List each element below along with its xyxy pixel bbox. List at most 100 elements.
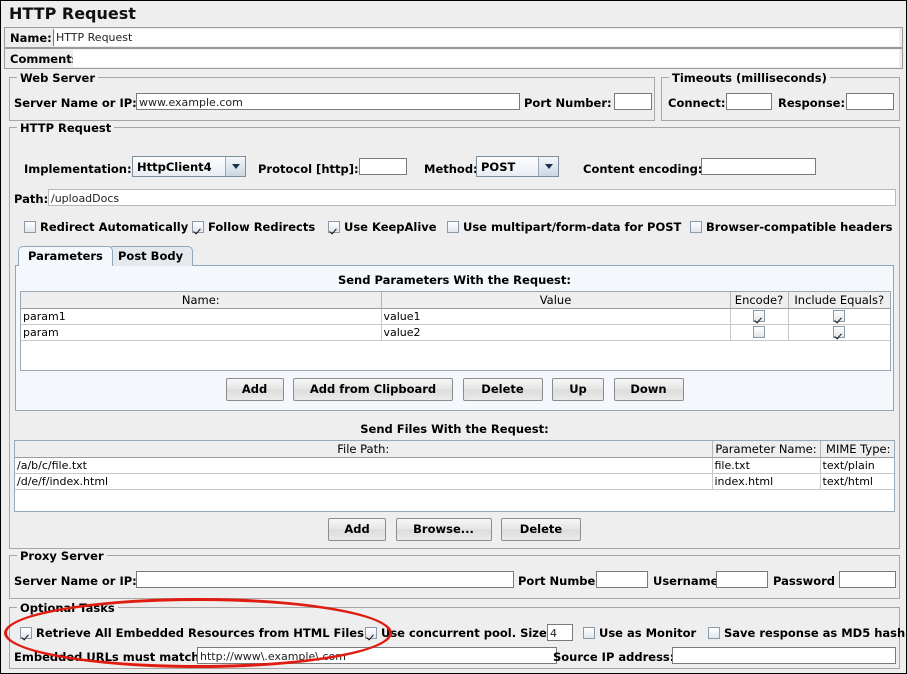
checkbox-use-as-monitor[interactable]: Use as Monitor: [583, 626, 696, 640]
column-header-name[interactable]: Name:: [21, 292, 382, 309]
column-header-encode[interactable]: Encode?: [730, 292, 789, 309]
checkbox-label: Save response as MD5 hash: [724, 626, 906, 640]
connect-timeout-label: Connect:: [668, 96, 726, 110]
table-row[interactable]: param value2: [21, 324, 890, 341]
response-timeout-input[interactable]: [846, 93, 894, 110]
comments-input[interactable]: [73, 50, 899, 67]
add-from-clipboard-button[interactable]: Add from Clipboard: [293, 378, 453, 401]
cell-param-encode[interactable]: [730, 308, 789, 325]
add-file-button[interactable]: Add: [328, 518, 386, 541]
source-ip-input[interactable]: [672, 647, 896, 664]
proxy-server-name-input[interactable]: [136, 571, 514, 588]
server-name-label: Server Name or IP:: [14, 96, 137, 110]
proxy-username-input[interactable]: [716, 571, 768, 588]
parameters-table[interactable]: Name: Value Encode? Include Equals? para…: [20, 291, 891, 371]
content-encoding-input[interactable]: [701, 158, 816, 175]
cell-file-mime[interactable]: text/plain: [820, 457, 894, 474]
checkbox-box[interactable]: [753, 326, 765, 338]
move-up-button[interactable]: Up: [552, 378, 604, 401]
delete-parameter-button[interactable]: Delete: [462, 378, 543, 401]
cell-param-name[interactable]: param1: [21, 308, 382, 325]
implementation-label: Implementation:: [24, 162, 132, 176]
column-header-file-path[interactable]: File Path:: [15, 441, 713, 458]
checkbox-browser-compatible-headers[interactable]: Browser-compatible headers: [690, 220, 892, 234]
column-header-parameter-name[interactable]: Parameter Name:: [712, 441, 821, 458]
optional-tasks-panel: Optional Tasks Retrieve All Embedded Res…: [9, 601, 905, 669]
protocol-input[interactable]: [359, 158, 407, 175]
web-server-title: Web Server: [17, 71, 99, 85]
checkbox-box: [690, 221, 702, 233]
checkbox-follow-redirects[interactable]: Follow Redirects: [192, 220, 315, 234]
cell-file-param-name[interactable]: file.txt: [712, 457, 821, 474]
checkbox-redirect-automatically[interactable]: Redirect Automatically: [24, 220, 188, 234]
cell-file-mime[interactable]: text/html: [820, 473, 894, 490]
checkbox-use-keepalive[interactable]: Use KeepAlive: [328, 220, 437, 234]
checkbox-use-multipart-form-data[interactable]: Use multipart/form-data for POST: [447, 220, 681, 234]
http-request-section-title: HTTP Request: [17, 121, 115, 135]
table-row[interactable]: param1 value1: [21, 308, 890, 325]
cell-file-path[interactable]: /d/e/f/index.html: [15, 473, 713, 490]
port-number-input[interactable]: [614, 93, 652, 110]
checkbox-use-concurrent-pool[interactable]: Use concurrent pool. Size:: [365, 626, 551, 640]
concurrent-pool-size-input[interactable]: 4: [547, 624, 573, 641]
table-row-empty: [21, 340, 890, 369]
cell-param-include-equals[interactable]: [788, 308, 890, 325]
name-row: Name: HTTP Request: [4, 27, 903, 48]
browse-file-button[interactable]: Browse...: [395, 518, 492, 541]
cell-param-name[interactable]: param: [21, 324, 382, 341]
column-header-include-equals[interactable]: Include Equals?: [788, 292, 890, 309]
files-table[interactable]: File Path: Parameter Name: MIME Type: /a…: [14, 440, 895, 512]
table-row[interactable]: /a/b/c/file.txt file.txt text/plain: [15, 457, 894, 474]
checkbox-box: [192, 221, 204, 233]
checkbox-box[interactable]: [753, 310, 765, 322]
method-select[interactable]: POST: [476, 156, 559, 177]
checkbox-label: Use as Monitor: [599, 626, 697, 640]
proxy-password-label: Password: [773, 574, 835, 588]
embedded-urls-input[interactable]: http://www\.example\.com: [197, 647, 557, 664]
checkbox-label: Use concurrent pool. Size:: [381, 626, 552, 640]
add-parameter-button[interactable]: Add: [225, 378, 284, 401]
column-header-mime-type[interactable]: MIME Type:: [820, 441, 894, 458]
tab-label: Parameters: [28, 249, 103, 263]
proxy-password-input[interactable]: [839, 571, 896, 588]
checkbox-box: [328, 221, 340, 233]
implementation-select[interactable]: HttpClient4: [132, 156, 246, 177]
move-down-button[interactable]: Down: [613, 378, 684, 401]
checkbox-box: [24, 221, 36, 233]
cell-file-param-name[interactable]: index.html: [712, 473, 821, 490]
checkbox-retrieve-embedded-resources[interactable]: Retrieve All Embedded Resources from HTM…: [20, 626, 364, 640]
tab-parameters[interactable]: Parameters: [18, 246, 113, 266]
embedded-urls-label: Embedded URLs must match:: [14, 650, 205, 664]
cell-param-value[interactable]: value2: [381, 324, 731, 341]
proxy-port-label: Port Number:: [518, 574, 606, 588]
cell-param-encode[interactable]: [730, 324, 789, 341]
parameters-button-row: Add Add from Clipboard Delete Up Down: [16, 378, 893, 401]
delete-file-button[interactable]: Delete: [501, 518, 581, 541]
column-header-value[interactable]: Value: [381, 292, 731, 309]
server-name-input[interactable]: www.example.com: [136, 93, 520, 110]
name-label: Name:: [10, 31, 52, 45]
content-encoding-label: Content encoding:: [583, 162, 703, 176]
cell-param-value[interactable]: value1: [381, 308, 731, 325]
parameters-tab-panel: Send Parameters With the Request: Name: …: [15, 265, 894, 411]
checkbox-box: [365, 627, 377, 639]
checkbox-box[interactable]: [833, 326, 846, 338]
checkbox-box[interactable]: [833, 310, 846, 322]
checkbox-label: Retrieve All Embedded Resources from HTM…: [36, 626, 364, 640]
table-row[interactable]: /d/e/f/index.html index.html text/html: [15, 473, 894, 490]
checkbox-label: Use KeepAlive: [344, 220, 437, 234]
proxy-port-input[interactable]: [596, 571, 648, 588]
cell-file-path[interactable]: /a/b/c/file.txt: [15, 457, 713, 474]
checkbox-save-response-md5[interactable]: Save response as MD5 hash: [708, 626, 905, 640]
connect-timeout-input[interactable]: [726, 93, 772, 110]
path-input[interactable]: /uploadDocs: [48, 189, 896, 206]
port-number-label: Port Number:: [524, 96, 612, 110]
parameters-grid: Name: Value Encode? Include Equals? para…: [21, 292, 890, 369]
files-button-row: Add Browse... Delete: [10, 518, 899, 541]
cell-param-include-equals[interactable]: [788, 324, 890, 341]
name-input[interactable]: HTTP Request: [53, 29, 899, 46]
method-value: POST: [481, 159, 516, 174]
http-request-panel: HTTP Request Name: HTTP Request Comments…: [0, 0, 907, 674]
tab-post-body[interactable]: Post Body: [108, 246, 194, 266]
checkbox-box: [447, 221, 459, 233]
